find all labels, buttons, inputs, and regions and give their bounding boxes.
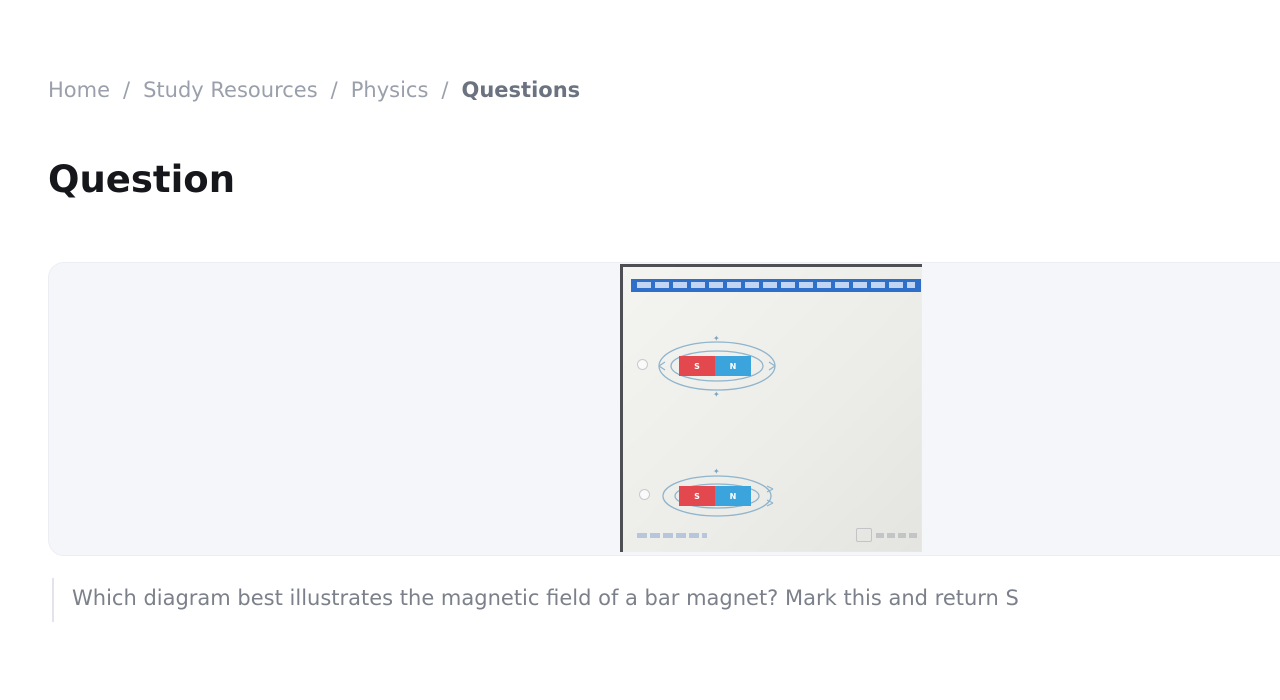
north-pole: N	[715, 486, 751, 506]
svg-text:✦: ✦	[713, 467, 720, 476]
breadcrumb-current: Questions	[461, 78, 581, 102]
question-photo[interactable]: ✦ ✦ S N ✦ S N	[620, 264, 922, 552]
photo-checkbox-label	[876, 533, 920, 538]
breadcrumb-physics[interactable]: Physics	[351, 78, 429, 102]
breadcrumb-separator: /	[123, 78, 131, 102]
question-banner	[631, 279, 921, 292]
svg-text:✦: ✦	[713, 334, 720, 343]
page-title: Question	[48, 158, 236, 201]
option-2-radio[interactable]	[639, 489, 650, 500]
svg-text:✦: ✦	[713, 390, 720, 399]
breadcrumb-separator: /	[441, 78, 449, 102]
north-pole: N	[715, 356, 751, 376]
breadcrumb-separator: /	[330, 78, 338, 102]
breadcrumb-home[interactable]: Home	[48, 78, 110, 102]
breadcrumb: Home / Study Resources / Physics / Questions	[48, 78, 580, 102]
south-pole: S	[679, 356, 715, 376]
bar-magnet-option-1: S N	[679, 356, 751, 376]
photo-footer-text	[637, 533, 707, 538]
question-text: Which diagram best illustrates the magne…	[52, 578, 1019, 622]
photo-checkbox	[856, 528, 872, 542]
breadcrumb-study-resources[interactable]: Study Resources	[143, 78, 318, 102]
south-pole: S	[679, 486, 715, 506]
option-1-radio[interactable]	[637, 359, 648, 370]
bar-magnet-option-2: S N	[679, 486, 751, 506]
